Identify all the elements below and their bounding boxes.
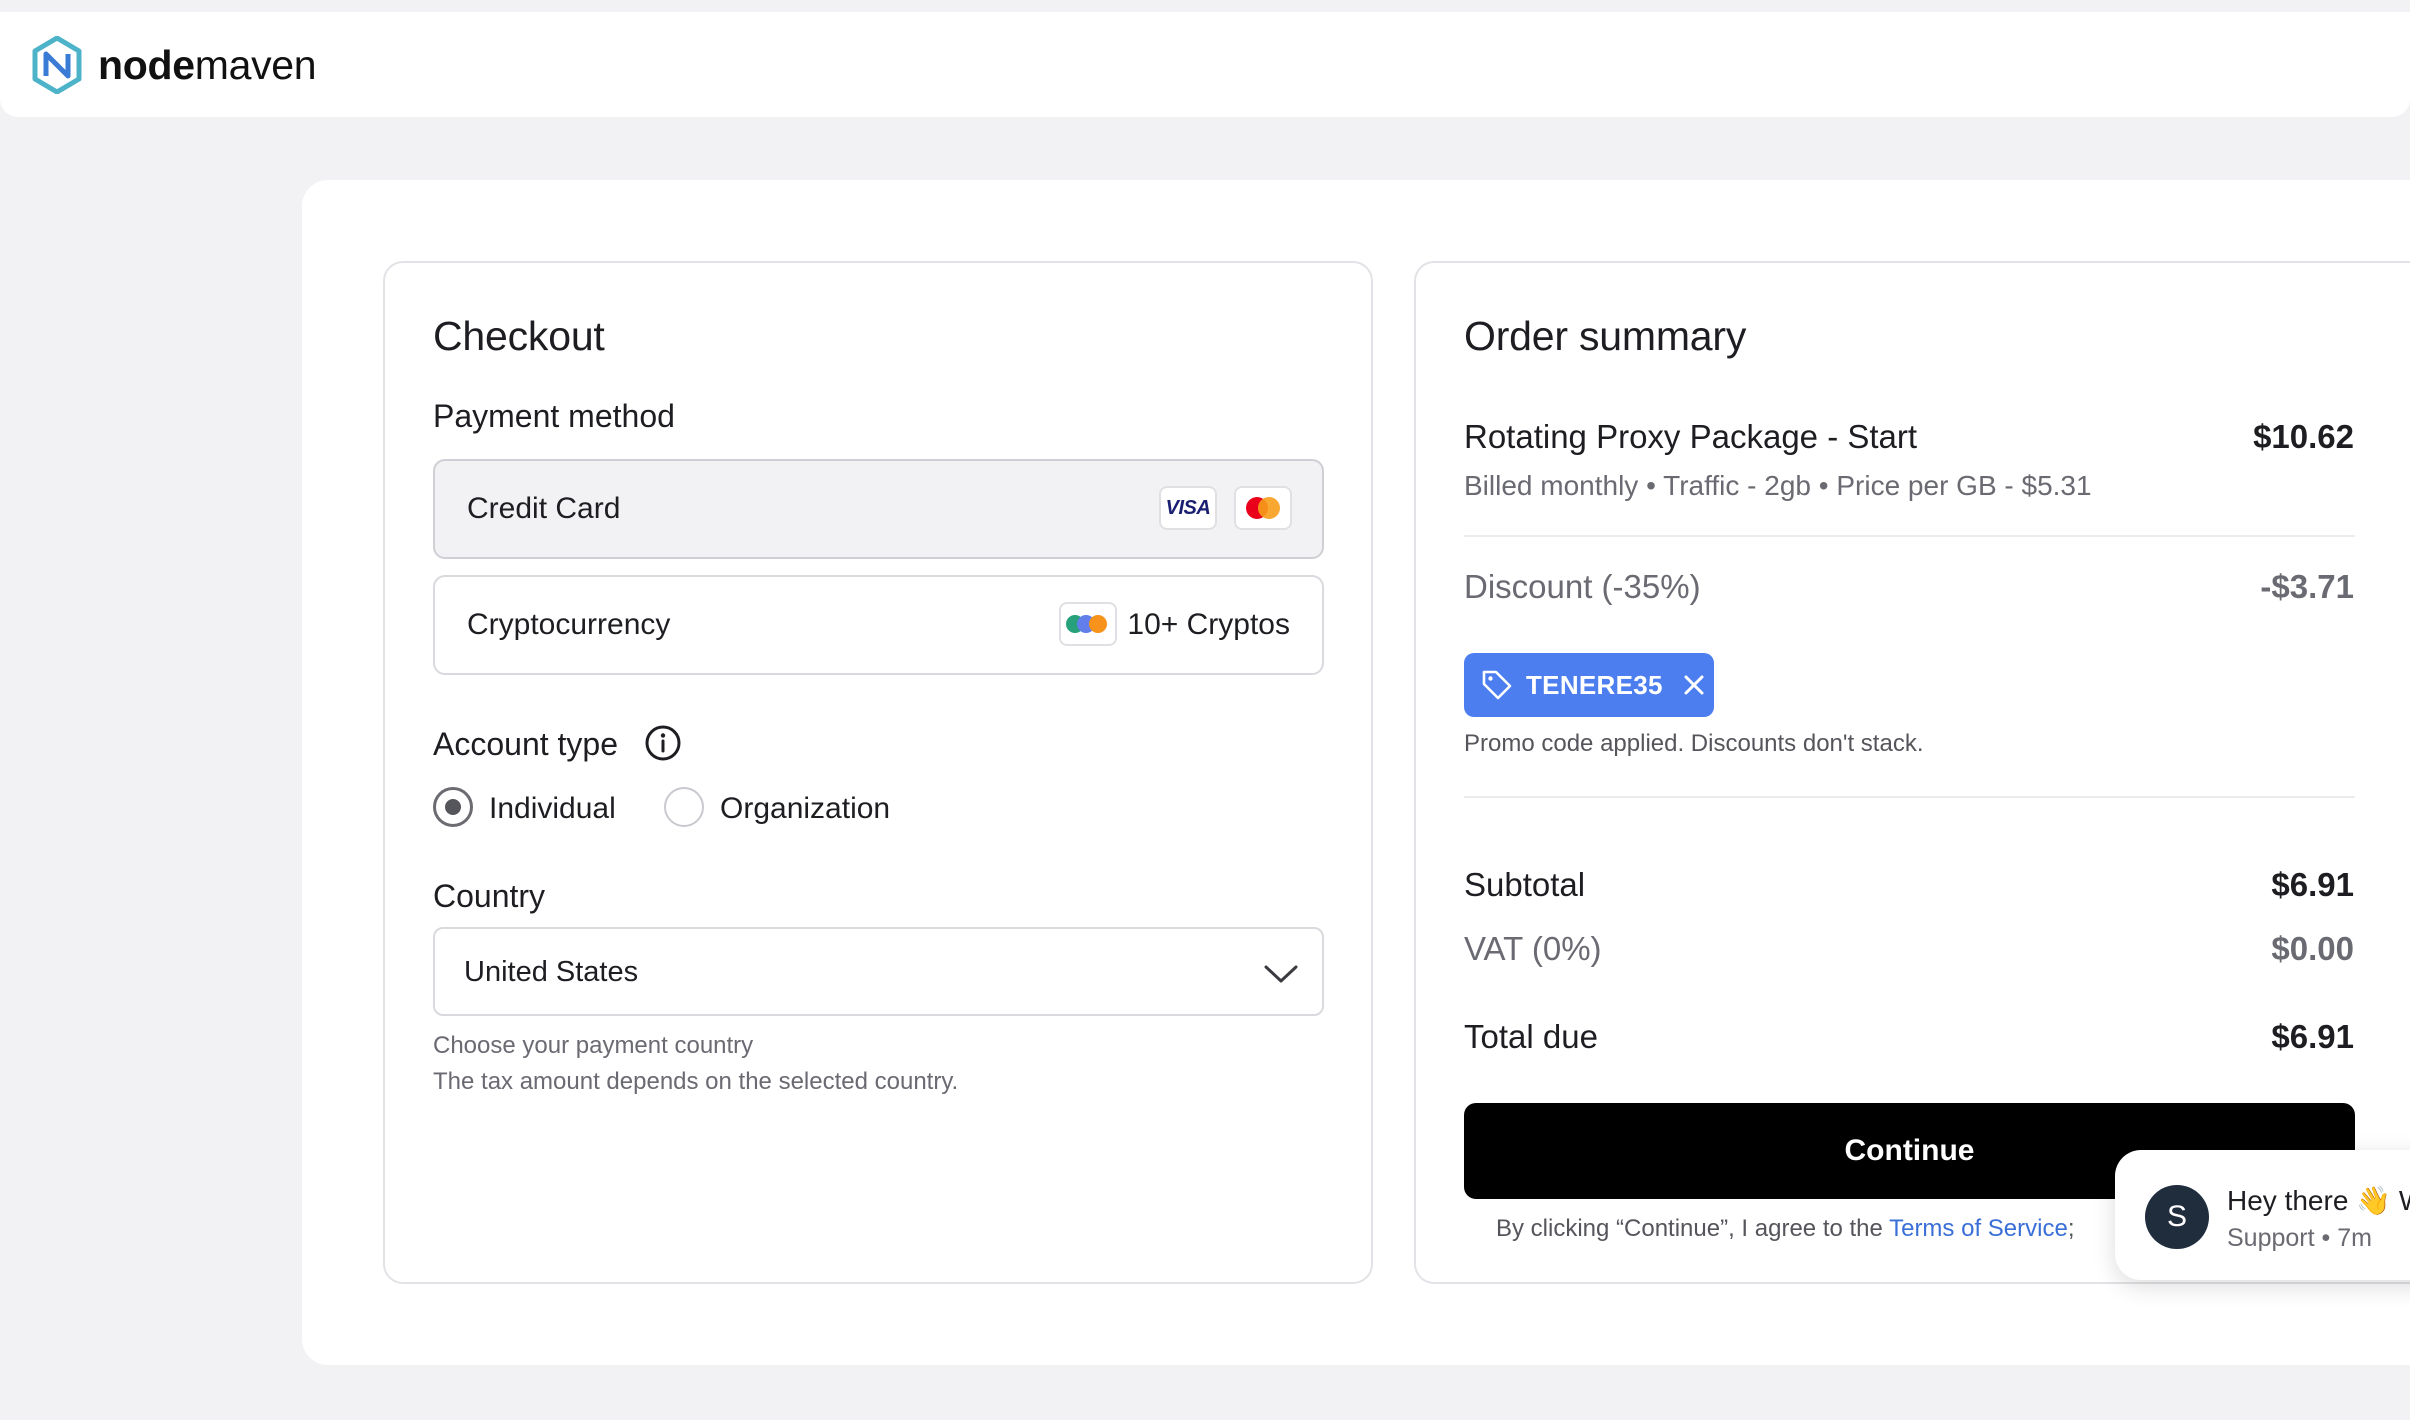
country-hint-2: The tax amount depends on the selected c… bbox=[433, 1068, 959, 1095]
terms-agreement: By clicking “Continue”, I agree to the T… bbox=[1496, 1215, 2074, 1243]
terms-of-service-link[interactable]: Terms of Service bbox=[1889, 1215, 2068, 1242]
vat-label: VAT (0%) bbox=[1464, 930, 1602, 967]
logo-wordmark: nodemaven bbox=[98, 41, 317, 88]
payment-option-label: Cryptocurrency bbox=[467, 608, 671, 641]
close-icon[interactable] bbox=[1681, 672, 1707, 698]
order-summary-title: Order summary bbox=[1464, 313, 1747, 359]
country-hint-1: Choose your payment country bbox=[433, 1032, 754, 1059]
terms-suffix: ; bbox=[2067, 1215, 2075, 1242]
radio-organization[interactable] bbox=[664, 787, 704, 827]
divider bbox=[1464, 535, 2355, 537]
tag-icon bbox=[1482, 670, 1512, 700]
total-due-label: Total due bbox=[1464, 1018, 1598, 1055]
payment-method-label: Payment method bbox=[433, 398, 675, 434]
info-icon[interactable] bbox=[644, 724, 682, 762]
promo-note: Promo code applied. Discounts don't stac… bbox=[1464, 730, 1924, 757]
account-type-label: Account type bbox=[433, 726, 618, 762]
country-select[interactable]: United States bbox=[433, 927, 1324, 1016]
crypto-count-label: 10+ Cryptos bbox=[1127, 608, 1290, 641]
product-details: Billed monthly • Traffic - 2gb • Price p… bbox=[1464, 470, 2092, 501]
radio-individual-label[interactable]: Individual bbox=[489, 792, 616, 826]
product-price: $10.62 bbox=[2253, 418, 2354, 455]
subtotal-label: Subtotal bbox=[1464, 866, 1586, 903]
chat-meta: Support • 7m bbox=[2227, 1224, 2372, 1252]
mastercard-icon bbox=[1234, 486, 1292, 530]
nodemaven-logo[interactable]: nodemaven bbox=[32, 36, 317, 94]
nodemaven-logo-icon bbox=[32, 36, 82, 94]
chevron-down-icon bbox=[1264, 965, 1298, 983]
promo-code-chip[interactable]: TENERE35 bbox=[1464, 653, 1714, 717]
support-chat-bubble[interactable]: S Hey there 👋 W Support • 7m bbox=[2115, 1150, 2410, 1280]
payment-option-cryptocurrency[interactable]: Cryptocurrency 10+ Cryptos bbox=[433, 575, 1324, 675]
checkout-title: Checkout bbox=[433, 313, 605, 359]
discount-label: Discount (-35%) bbox=[1464, 568, 1701, 605]
country-label: Country bbox=[433, 878, 546, 914]
total-due-value: $6.91 bbox=[2271, 1018, 2354, 1055]
discount-value: -$3.71 bbox=[2260, 568, 2354, 605]
product-name: Rotating Proxy Package - Start bbox=[1464, 418, 1918, 455]
subtotal-value: $6.91 bbox=[2271, 866, 2354, 903]
terms-prefix: By clicking “Continue”, I agree to the bbox=[1496, 1215, 1890, 1242]
vat-value: $0.00 bbox=[2271, 930, 2354, 967]
crypto-coins-icon bbox=[1059, 602, 1117, 646]
payment-option-credit-card[interactable]: Credit Card VISA bbox=[433, 459, 1324, 559]
visa-icon: VISA bbox=[1159, 486, 1217, 530]
chat-message: Hey there 👋 W bbox=[2227, 1185, 2410, 1216]
radio-individual[interactable] bbox=[433, 787, 473, 827]
country-select-value: United States bbox=[464, 956, 639, 988]
radio-organization-label[interactable]: Organization bbox=[720, 792, 890, 826]
promo-code-text: TENERE35 bbox=[1526, 669, 1663, 700]
payment-option-label: Credit Card bbox=[467, 492, 621, 525]
divider bbox=[1464, 796, 2355, 798]
avatar: S bbox=[2145, 1185, 2209, 1249]
top-bar: nodemaven bbox=[0, 12, 2410, 117]
